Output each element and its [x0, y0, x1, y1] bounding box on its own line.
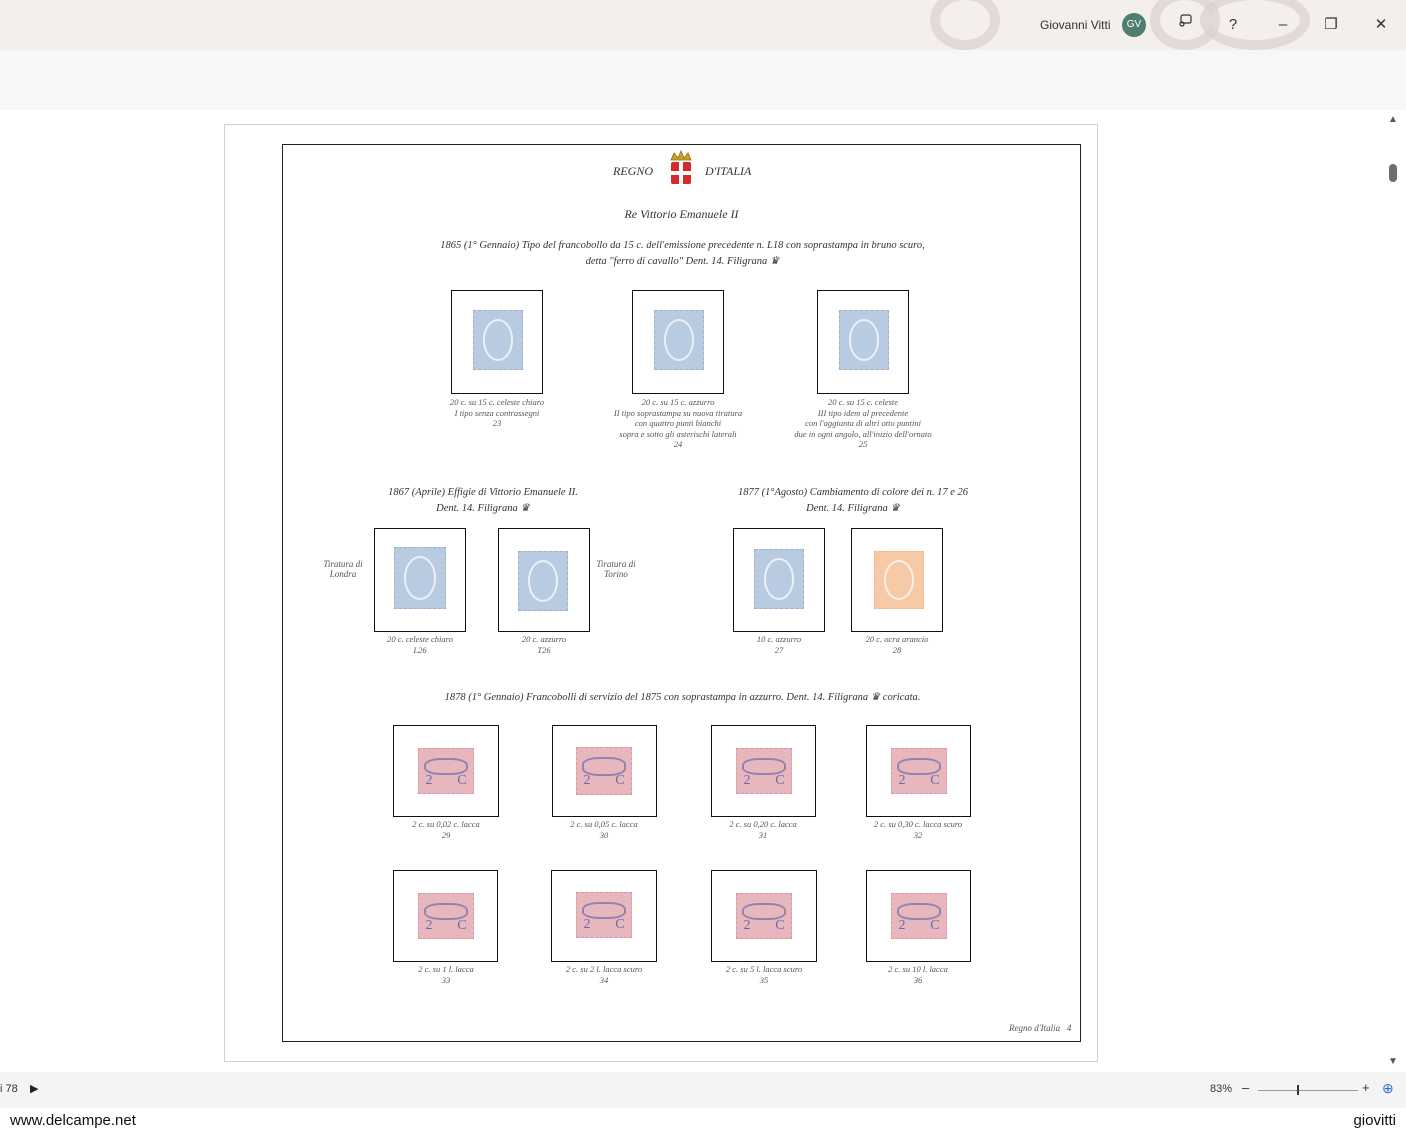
- stamp-mount: 2C: [711, 870, 817, 962]
- stamp-mount: 2C: [552, 725, 657, 817]
- watermark-right: giovitti: [1353, 1112, 1396, 1129]
- scroll-down-icon[interactable]: ▼: [1388, 1056, 1398, 1067]
- stamp-caption: 2 c. su 1 l. lacca 33: [418, 964, 474, 985]
- section3-line1: 1877 (1°Agosto) Cambiamento di colore de…: [737, 487, 969, 498]
- stamp-image: 2C: [418, 893, 474, 939]
- stamp-mount: [374, 528, 466, 632]
- stamp-image: 2C: [576, 747, 632, 795]
- crown-watermark-icon: ♛: [870, 692, 881, 703]
- album-page-frame: REGNO D'ITALIA Re Vittorio Emanuele II 1…: [282, 144, 1081, 1042]
- stamp-caption: 20 c. azzurro T26: [521, 634, 567, 655]
- zoom-in-button[interactable]: +: [1362, 1080, 1370, 1095]
- stamp-mount: 2C: [711, 725, 816, 817]
- stamp-caption: 20 c. celeste chiaro L26: [387, 634, 453, 655]
- stamp-mount: [498, 528, 590, 632]
- stamp-image: [394, 547, 446, 609]
- stamp-mount: 2C: [393, 870, 498, 962]
- section2-line2: Dent. 14. Filigrana: [436, 503, 518, 514]
- savoy-crest-icon: [666, 149, 696, 195]
- close-button[interactable]: ✕: [1368, 12, 1394, 38]
- page-count: i 78: [0, 1083, 18, 1095]
- stamp-caption: 2 c. su 0,20 c. lacca 31: [729, 819, 797, 840]
- help-button[interactable]: ?: [1220, 12, 1246, 38]
- stamp-image: [518, 551, 568, 611]
- stamp-caption: 2 c. su 2 l. lacca scuro 34: [565, 964, 643, 985]
- section4-line1-end: coricata.: [882, 692, 921, 703]
- stamp-image: 2C: [576, 892, 632, 938]
- stamp-image: [874, 551, 924, 609]
- stamp-image: 2C: [418, 748, 474, 794]
- stamp-mount: 2C: [866, 725, 971, 817]
- feedback-icon[interactable]: [1172, 12, 1198, 38]
- page-footer: Regno d'Italia 4: [1009, 1023, 1072, 1033]
- stamp-mount: 2C: [551, 870, 657, 962]
- section1-text: 1865 (1° Gennaio) Tipo del francobollo d…: [283, 238, 1082, 270]
- zoom-out-button[interactable]: –: [1242, 1080, 1249, 1095]
- section1-line1: 1865 (1° Gennaio) Tipo del francobollo d…: [440, 240, 925, 251]
- section2-line1: 1867 (Aprile) Effigie di Vittorio Emanue…: [388, 487, 578, 498]
- avatar[interactable]: GV: [1122, 13, 1146, 37]
- scroll-thumb[interactable]: [1389, 164, 1397, 182]
- decorative-background: [930, 0, 1000, 50]
- stamp-image: 2C: [736, 748, 792, 794]
- stamp-image: [754, 549, 804, 609]
- minimize-button[interactable]: –: [1270, 12, 1296, 38]
- stamp-caption: 20 c. su 15 c. azzurro II tipo soprastam…: [613, 397, 743, 449]
- next-page-icon[interactable]: ▶: [30, 1082, 38, 1095]
- side-label-torino: Tiratura di Torino: [596, 559, 636, 579]
- header-regno: REGNO: [613, 164, 653, 178]
- crown-watermark-icon: ♛: [769, 256, 780, 267]
- stamp-caption: 20 c. su 15 c. celeste chiaro I tipo sen…: [449, 397, 545, 428]
- fit-page-icon[interactable]: ⊕: [1382, 1080, 1394, 1097]
- stamp-image: [473, 310, 523, 370]
- crown-watermark-icon: ♛: [890, 503, 900, 514]
- zoom-slider-handle[interactable]: [1297, 1085, 1299, 1095]
- section1-line2: detta "ferro di cavallo" Dent. 14. Filig…: [585, 256, 768, 267]
- side-label-londra: Tiratura di Londra: [323, 559, 363, 579]
- stamp-caption: 2 c. su 0,02 c. lacca 29: [412, 819, 480, 840]
- restore-button[interactable]: ❐: [1318, 12, 1344, 38]
- page-title: Re Vittorio Emanuele II: [624, 207, 739, 221]
- stamp-image: [839, 310, 889, 370]
- section4-text: 1878 (1° Gennaio) Francobolli di servizi…: [283, 690, 1082, 706]
- stamp-mount: [632, 290, 724, 394]
- stamp-caption: 2 c. su 10 l. lacca 36: [888, 964, 948, 985]
- stamp-caption: 10 c. azzurro 27: [756, 634, 802, 655]
- stamp-mount: [733, 528, 825, 632]
- watermark-left: www.delcampe.net: [10, 1112, 136, 1129]
- stamp-mount: 2C: [393, 725, 499, 817]
- stamp-caption: 2 c. su 5 l. lacca scuro 35: [725, 964, 803, 985]
- stamp-mount: 2C: [866, 870, 971, 962]
- scroll-up-icon[interactable]: ▲: [1388, 114, 1398, 125]
- stamp-mount: [817, 290, 909, 394]
- stamp-caption: 20 c. ocra arancio 28: [865, 634, 929, 655]
- header-ditalia: D'ITALIA: [705, 164, 752, 178]
- zoom-level[interactable]: 83%: [1210, 1083, 1232, 1095]
- stamp-image: 2C: [891, 893, 947, 939]
- title-bar: Giovanni Vitti GV ? – ❐ ✕: [0, 0, 1406, 50]
- crown-watermark-icon: ♛: [520, 503, 530, 514]
- toolbar: [0, 50, 1406, 110]
- stamp-mount: [851, 528, 943, 632]
- section4-line1: 1878 (1° Gennaio) Francobolli di servizi…: [444, 692, 869, 703]
- stamp-image: [654, 310, 704, 370]
- user-name[interactable]: Giovanni Vitti: [1040, 18, 1110, 32]
- section3-line2: Dent. 14. Filigrana: [806, 503, 888, 514]
- stamp-mount: [451, 290, 543, 394]
- stamp-caption: 2 c. su 0,30 c. lacca scuro 32: [873, 819, 963, 840]
- watermark-band: www.delcampe.net giovitti: [0, 1108, 1406, 1131]
- stamp-image: 2C: [891, 748, 947, 794]
- section2-text: 1867 (Aprile) Effigie di Vittorio Emanue…: [343, 485, 623, 517]
- zoom-slider[interactable]: [1258, 1090, 1358, 1091]
- stamp-caption: 2 c. su 0,05 c. lacca 30: [570, 819, 638, 840]
- stamp-image: 2C: [736, 893, 792, 939]
- section1-line2-wrap: detta "ferro di cavallo" Dent. 14. Filig…: [283, 254, 1082, 270]
- stamp-caption: 20 c. su 15 c. celeste III tipo idem al …: [794, 397, 932, 449]
- status-bar: i 78 ▶ 83% – + ⊕: [0, 1072, 1406, 1108]
- section3-text: 1877 (1°Agosto) Cambiamento di colore de…: [703, 485, 1003, 517]
- vertical-scrollbar[interactable]: ▲ ▼: [1384, 110, 1406, 1072]
